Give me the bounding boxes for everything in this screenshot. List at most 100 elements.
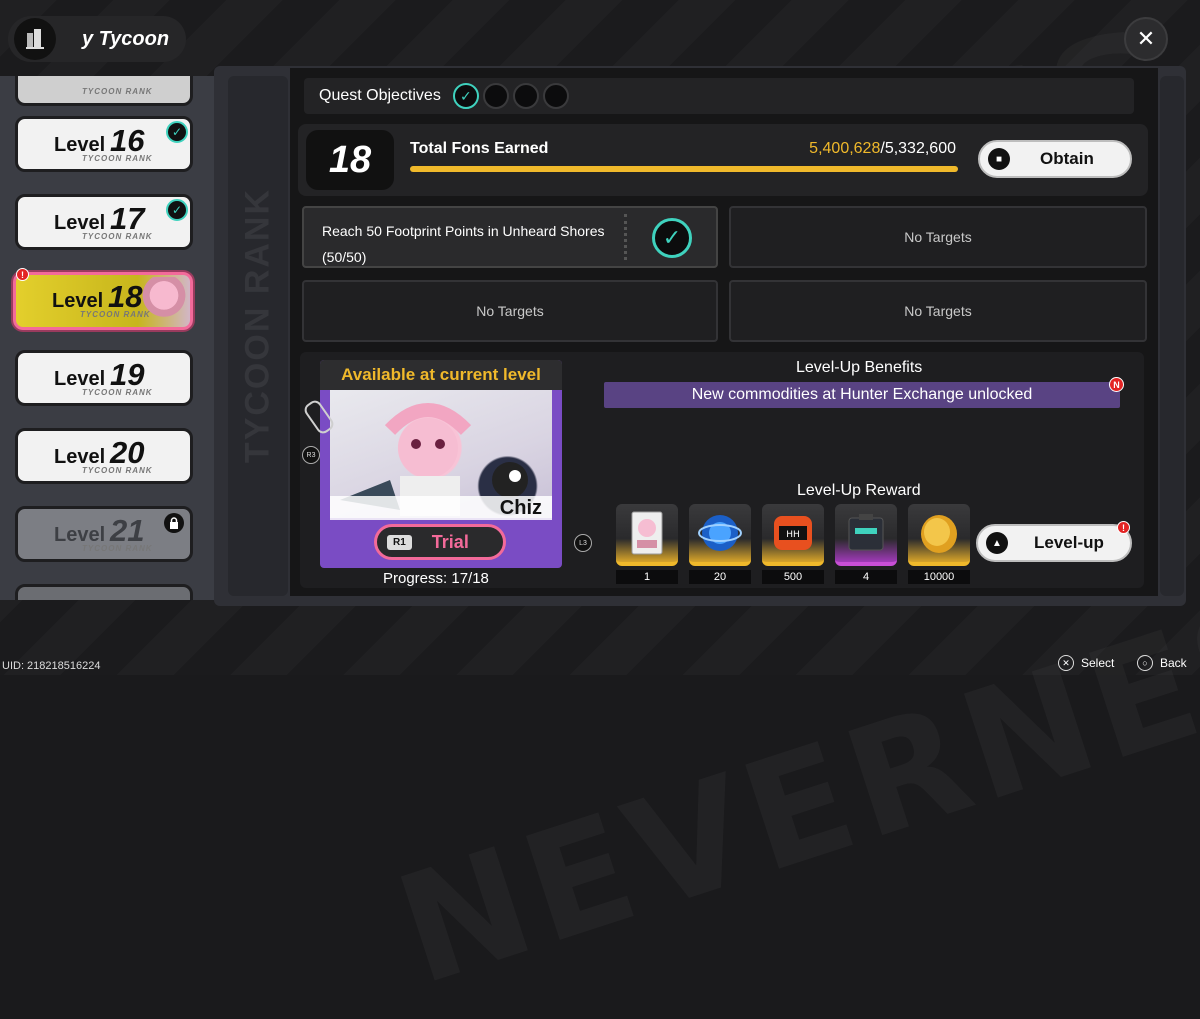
level-card-20[interactable]: Level 20 TYCOON RANK [15,428,193,484]
new-badge: N [1109,377,1124,392]
level-card-16[interactable]: Level 16 TYCOON RANK ✓ [15,116,193,172]
fons-target: 5,332,600 [884,140,956,157]
reward-quantity: 10000 [908,570,970,584]
obtain-button[interactable]: ■ Obtain [978,140,1132,178]
cross-button-icon: ✕ [1058,655,1074,671]
target-slot-1: Reach 50 Footprint Points in Unheard Sho… [302,206,718,268]
benefit-text: New commodities at Hunter Exchange unloc… [691,386,1033,403]
fons-title: Total Fons Earned [410,140,549,157]
character-portrait [142,277,186,323]
gold-coin-icon [908,504,970,566]
level-rank-label: TYCOON RANK [82,154,153,163]
obtain-button-label: Obtain [1040,149,1094,168]
fons-current: 5,400,628 [809,140,881,157]
benefits-title: Level-Up Benefits [796,359,923,376]
level-card-17[interactable]: Level 17 TYCOON RANK ✓ [15,194,193,250]
target-text: No Targets [476,303,544,319]
blue-orb-icon [689,504,751,566]
target-slot-2: No Targets [729,206,1147,268]
city-icon [14,18,56,60]
fons-progress-bar [410,166,958,172]
case-icon [835,504,897,566]
r3-button-icon: R3 [302,446,320,464]
reward-quantity: 20 [689,570,751,584]
back-hint[interactable]: ○ Back [1137,655,1187,671]
check-icon: ✓ [166,121,188,143]
objective-pending-icon [512,83,539,109]
target-description: Reach 50 Footprint Points in Unheard Sho… [322,223,605,239]
check-icon: ✓ [652,218,692,258]
check-icon: ✓ [166,199,188,221]
card-header: Available at current level [320,360,562,390]
circle-button-icon: ○ [1137,655,1153,671]
level-card-partial[interactable] [15,584,193,600]
target-slot-3: No Targets [302,280,718,342]
hunter-token-icon: HH [762,504,824,566]
side-label: TYCOON RANK [238,187,277,464]
l3-button-icon: L3 [574,534,592,552]
reward-item[interactable]: HH 500 [762,504,824,584]
trial-button[interactable]: R1 Trial [374,524,506,560]
side-label-strip: TYCOON RANK [228,76,288,596]
level-rank-label: TYCOON RANK [82,232,153,241]
select-hint[interactable]: ✕ Select [1058,655,1114,671]
reward-item[interactable]: 10000 [908,504,970,584]
reward-quantity: 500 [762,570,824,584]
back-label: Back [1160,656,1187,670]
close-icon: ✕ [1136,26,1156,51]
level-rank-label: TYCOON RANK [82,87,153,96]
character-name-bar: Chiz [330,496,552,520]
level-up-button[interactable]: ▲ Level-up [976,524,1132,562]
alert-icon: ! [16,268,29,281]
objective-pending-icon [482,83,509,109]
target-text: No Targets [904,229,972,245]
reward-title: Level-Up Reward [797,482,921,499]
fons-value: 5,400,628/5,332,600 [809,140,956,158]
benefit-item: New commodities at Hunter Exchange unloc… [604,382,1120,408]
level-card-21[interactable]: Level 21 TYCOON RANK [15,506,193,562]
fons-progress-panel: 18 Total Fons Earned 5,400,628/5,332,600… [298,124,1148,196]
r1-key-icon: R1 [387,534,412,550]
objective-complete-icon: ✓ [452,83,479,109]
right-strip [1160,76,1184,596]
quest-objectives-label: Quest Objectives [319,87,441,104]
lock-icon [164,513,184,533]
svg-text:HH: HH [786,530,800,540]
level-badge-number: 18 [328,138,372,181]
page-title: y Tycoon [82,27,170,50]
level-rank-label: TYCOON RANK [82,544,153,553]
level-list[interactable]: TYCOON RANK Level 16 TYCOON RANK ✓ Level… [0,76,214,600]
target-text: Reach 50 Footprint Points in Unheard Sho… [322,218,605,270]
triangle-button-icon: ▲ [986,532,1008,554]
select-label: Select [1081,656,1115,670]
page-header: y Tycoon [8,16,186,62]
level-rank-label: TYCOON RANK [80,310,151,319]
character-card-icon [616,504,678,566]
level-badge: 18 [306,130,394,190]
objective-pending-icon [542,83,569,109]
divider [624,214,627,260]
trial-button-label: Trial [431,531,469,552]
level-rank-label: TYCOON RANK [82,466,153,475]
target-count: (50/50) [322,249,367,265]
alert-icon: ! [1117,521,1130,534]
reward-quantity: 1 [616,570,678,584]
level-card-19[interactable]: Level 19 TYCOON RANK [15,350,193,406]
reward-item[interactable]: 4 [835,504,897,584]
close-button[interactable]: ✕ [1124,17,1168,61]
level-card-partial[interactable]: TYCOON RANK [15,76,193,106]
reward-quantity: 4 [835,570,897,584]
reward-item[interactable]: 20 [689,504,751,584]
target-text: No Targets [904,303,972,319]
level-card-18[interactable]: Level 18 TYCOON RANK [13,272,193,330]
level-up-button-label: Level-up [1034,533,1104,552]
user-id: UID: 218218516224 [2,660,101,672]
quest-objectives-bar: Quest Objectives ✓ [304,78,1134,114]
target-slot-4: No Targets [729,280,1147,342]
character-name: Chiz [499,497,542,519]
level-rank-label: TYCOON RANK [82,388,153,397]
character-card[interactable]: Available at current level Chiz R1 Trial [320,360,562,568]
square-button-icon: ■ [988,148,1010,170]
fons-progress-fill [410,166,958,172]
reward-item[interactable]: 1 [616,504,678,584]
